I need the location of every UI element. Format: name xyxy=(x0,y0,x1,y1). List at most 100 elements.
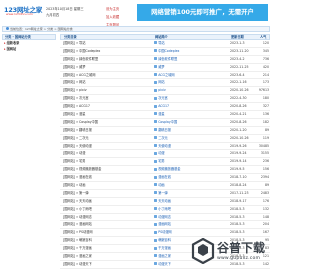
site-logo[interactable]: 123网址之家 www.123dhn.com xyxy=(4,4,42,20)
site-link[interactable]: ACG之城网 xyxy=(154,72,230,80)
category-link[interactable]: [国网站] » 天天动画 xyxy=(63,198,147,206)
category-link[interactable]: [国网站] » 漫画之家 xyxy=(63,253,147,261)
site-name: 千万漫画 xyxy=(158,246,171,251)
site-link[interactable]: 动漫 xyxy=(154,150,230,158)
category-link[interactable]: [国网站] » Cosplay中国 xyxy=(63,119,147,127)
category-link[interactable]: [国网站] » 第一弹 xyxy=(63,190,147,198)
category-link[interactable]: [国网站] » PS动漫网 xyxy=(63,229,147,237)
table-row: [国网站] » 天天动画 天天动画 2018-9-17 176 xyxy=(60,198,270,206)
site-link[interactable]: 威梦 xyxy=(154,64,230,72)
category-link[interactable]: [国网站] » 网站 xyxy=(63,79,147,87)
site-link[interactable]: 二次元 xyxy=(154,135,230,143)
site-link[interactable]: 网站 xyxy=(154,79,230,87)
site-link[interactable]: 动画 xyxy=(154,182,230,190)
table-row: [国网站] » 中国Codeplex 中国Codeplex 2023-11-20 34… xyxy=(60,48,270,56)
site-link[interactable]: pixiv xyxy=(154,87,230,95)
site-link[interactable]: 次元宫 xyxy=(154,95,230,103)
update-date: 2020-8-26 xyxy=(230,104,247,109)
site-link[interactable]: 漫星 xyxy=(154,111,230,119)
site-name: Cosplay中国 xyxy=(158,119,178,124)
update-date: 2020-1-20 xyxy=(230,127,247,132)
site-link[interactable]: 小丁雨吧 xyxy=(154,206,230,214)
table-row: [国网站] » 天使动漫 天使动漫 2019-9-26 30485 xyxy=(60,143,270,151)
category-link[interactable]: [国网站] » 千万漫画 xyxy=(63,245,147,253)
category-link[interactable]: [国网站] » 绿色软件联盟 xyxy=(63,56,147,64)
watermark: 谷普下载 www.gupuxz.com xyxy=(189,235,270,268)
category-link[interactable]: [国网站] » 二次元 xyxy=(63,135,147,143)
category-link[interactable]: [国网站] » 威梦 xyxy=(63,64,147,72)
site-link[interactable]: 宅男 xyxy=(154,158,230,166)
site-name: 次元宫 xyxy=(158,96,168,101)
category-link[interactable]: [国网站] » 萌娘百科 xyxy=(63,237,147,245)
site-name: 天使动漫 xyxy=(158,143,171,148)
category-link[interactable]: [国网站] » pixiv xyxy=(63,87,147,95)
category-link[interactable]: [国网站] » 漫画网站 xyxy=(63,221,147,229)
category-link[interactable]: [国网站] » ACG之城网 xyxy=(63,72,147,80)
site-link[interactable]: Cosplay中国 xyxy=(154,119,230,127)
table-row: [国网站] » 二次元 二次元 2020-10-26 119 xyxy=(60,135,270,143)
ad-banner[interactable]: 网络营销100元即可推广，无需开户 xyxy=(137,4,268,21)
category-link[interactable]: [国网站] » 视频播放器基金 xyxy=(63,166,147,174)
favicon-icon xyxy=(154,72,157,76)
breadcrumb-text: 当前位置：123网址之家 > 分类 > 国网站分类 xyxy=(10,27,73,31)
table-row: [国网站] » 次元宫 次元宫 2022-4-30 180 xyxy=(60,95,270,104)
category-link[interactable]: [国网站] » 次元宫 xyxy=(63,95,147,103)
table-row: [国网站] » 宅男 宅男 2019-9-14 236 xyxy=(60,158,270,167)
category-link[interactable]: [国网站] » 小丁雨吧 xyxy=(63,206,147,214)
table-row: [国网站] » 视频播放器基金 视频播放器基金 2019-9-5 156 xyxy=(60,166,270,175)
favicon-icon xyxy=(154,199,157,203)
site-link[interactable]: 天使动漫 xyxy=(154,143,230,151)
category-link[interactable]: [国网站] » 导站 xyxy=(63,40,147,48)
site-link[interactable]: 中国Codeplex xyxy=(154,48,230,56)
category-link[interactable]: [国网站] » 宅男 xyxy=(63,158,147,166)
sidebar-item-sites[interactable]: ▸国网站 xyxy=(2,46,56,52)
site-link[interactable]: 漫画在线 xyxy=(154,174,230,182)
site-link[interactable]: 天天动画 xyxy=(154,198,230,206)
site-link[interactable]: 漫画网站 xyxy=(154,221,230,229)
category-link[interactable]: [国网站] » 动画 xyxy=(63,182,147,190)
popularity-count: 345 xyxy=(262,48,269,53)
category-link[interactable]: [国网站] » ACG17 xyxy=(63,103,147,111)
favicon-icon xyxy=(154,104,157,108)
favicon-icon xyxy=(154,262,157,266)
update-date: 2022-1-16 xyxy=(230,80,247,85)
add-favorite-link[interactable]: 加入收藏 xyxy=(106,14,119,19)
popularity-count: 2394 xyxy=(260,175,269,180)
update-date: 2020-4-21 xyxy=(230,112,247,117)
update-date: 2023-11-20 xyxy=(230,48,249,53)
update-date: 2018-5-3 xyxy=(230,214,245,219)
popularity-count: 30485 xyxy=(258,143,269,148)
category-link[interactable]: [国网站] » 中国Codeplex xyxy=(63,48,147,56)
category-link[interactable]: [国网站] » 漫星 xyxy=(63,111,147,119)
popularity-count: 214 xyxy=(262,72,269,77)
popularity-count: 236 xyxy=(262,159,269,164)
update-date: 2019-9-26 xyxy=(230,143,247,148)
update-date: 2019-9-14 xyxy=(230,159,247,164)
sidebar-item-label: 组新收录 xyxy=(6,41,20,45)
site-name: 视频播放器基金 xyxy=(158,167,181,172)
site-link[interactable]: 第一弹 xyxy=(154,190,230,198)
favicon-icon xyxy=(154,143,157,147)
category-link[interactable]: [国网站] » 动漫 xyxy=(63,150,147,158)
favicon-icon xyxy=(154,183,157,187)
set-homepage-link[interactable]: 设为主页 xyxy=(106,6,119,11)
category-link[interactable]: [国网站] » 翻墙日报 xyxy=(63,127,147,135)
popularity-count: 180 xyxy=(262,96,269,101)
category-link[interactable]: [国网站] » 动漫网志 xyxy=(63,214,147,222)
category-link[interactable]: [国网站] » 动漫天下 xyxy=(63,261,147,269)
category-link[interactable]: [国网站] » 天使动漫 xyxy=(63,143,147,151)
site-link[interactable]: ACG17 xyxy=(154,103,230,111)
favicon-icon xyxy=(154,222,157,226)
site-link[interactable]: 视频播放器基金 xyxy=(154,166,230,174)
site-header: 123网址之家 www.123dhn.com 2023年10月18日 星期三 九… xyxy=(0,0,272,27)
site-name: PS动漫网 xyxy=(158,230,172,235)
site-name: 宅男 xyxy=(158,159,165,164)
popularity-count: 173 xyxy=(262,80,269,85)
site-link[interactable]: 导站 xyxy=(154,40,230,48)
category-link[interactable]: [国网站] » 漫画在线 xyxy=(63,174,147,182)
site-link[interactable]: 动漫网志 xyxy=(154,214,230,222)
site-link[interactable]: 绿色软件联盟 xyxy=(154,56,230,64)
favicon-icon xyxy=(154,80,157,84)
favicon-icon xyxy=(154,207,157,211)
site-link[interactable]: 翻墙日报 xyxy=(154,127,230,135)
